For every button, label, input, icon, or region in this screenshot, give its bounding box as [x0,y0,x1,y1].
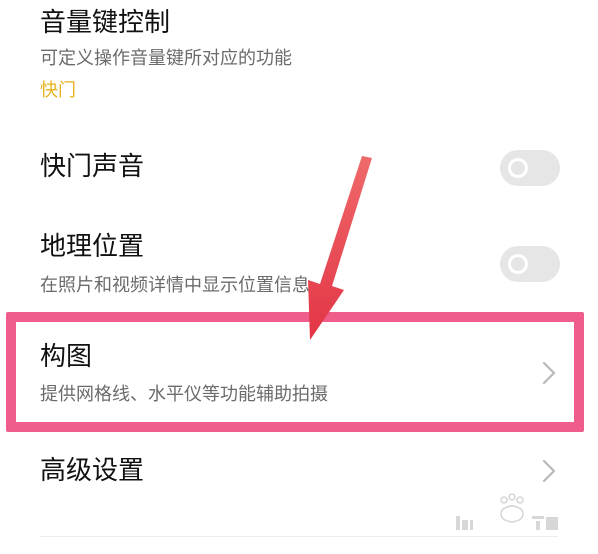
volume-key-subtitle: 可定义操作音量键所对应的功能 [40,48,292,69]
watermark-logo [456,493,558,530]
toggle-knob-icon [508,158,528,178]
volume-key-control-row[interactable]: 音量键控制 可定义操作音量键所对应的功能 快门 [0,0,598,110]
volume-key-title: 音量键控制 [40,8,171,38]
location-row: 地理位置 在照片和视频详情中显示位置信息 [0,222,598,306]
volume-key-value: 快门 [40,80,76,101]
list-divider [40,536,558,537]
shutter-sound-row: 快门声音 [0,140,598,200]
toggle-knob-icon [508,254,528,274]
location-toggle[interactable] [500,246,560,282]
shutter-sound-toggle[interactable] [500,150,560,186]
shutter-sound-title: 快门声音 [40,152,145,182]
advanced-settings-title: 高级设置 [40,456,145,486]
chevron-right-icon [542,459,556,483]
location-subtitle: 在照片和视频详情中显示位置信息 [40,275,310,296]
location-title: 地理位置 [40,232,145,262]
composition-highlight-frame [6,312,584,432]
